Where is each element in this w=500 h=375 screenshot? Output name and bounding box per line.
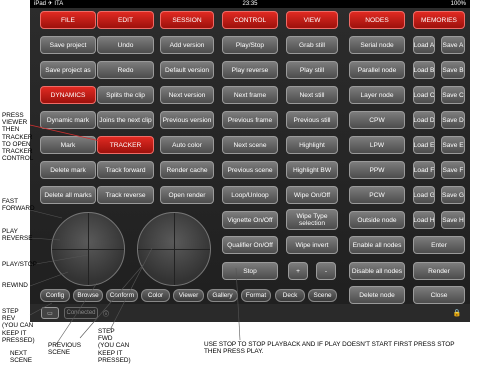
play-stop-annotation: PLAY/STOP xyxy=(2,261,37,268)
fast-forward-annotation: FAST FORWARD xyxy=(2,198,35,213)
annotation-leaders xyxy=(29,124,241,347)
press-viewer-annotation: PRESS VIEWER THEN TRACKER TO OPEN TRACKE… xyxy=(2,112,34,163)
step-rev-annotation: STEP REV (YOU CAN KEEP IT PRESSED) xyxy=(2,308,35,344)
leader-line xyxy=(29,124,101,142)
leader-line xyxy=(109,247,153,331)
leader-line xyxy=(29,254,89,266)
play-reverse-annotation: PLAY REVERSE xyxy=(2,228,33,243)
next-scene-annotation: NEXT SCENE xyxy=(10,350,33,365)
leader-line xyxy=(29,271,69,287)
previous-scene-annotation: PREVIOUS SCENE xyxy=(48,342,82,357)
step-fwd-annotation: STEP FWD (YOU CAN KEEP IT PRESSED) xyxy=(98,328,131,364)
screenshot-stage: iPad ✈ ITA 23:35 100% FILE EDIT SESSION … xyxy=(0,0,500,375)
leader-line xyxy=(54,282,98,347)
rewind-annotation: REWIND xyxy=(2,282,28,289)
leader-line xyxy=(29,237,61,241)
stop-usage-note: USE STOP TO STOP PLAYBACK AND IF PLAY DO… xyxy=(204,341,455,356)
leader-line xyxy=(235,267,241,341)
